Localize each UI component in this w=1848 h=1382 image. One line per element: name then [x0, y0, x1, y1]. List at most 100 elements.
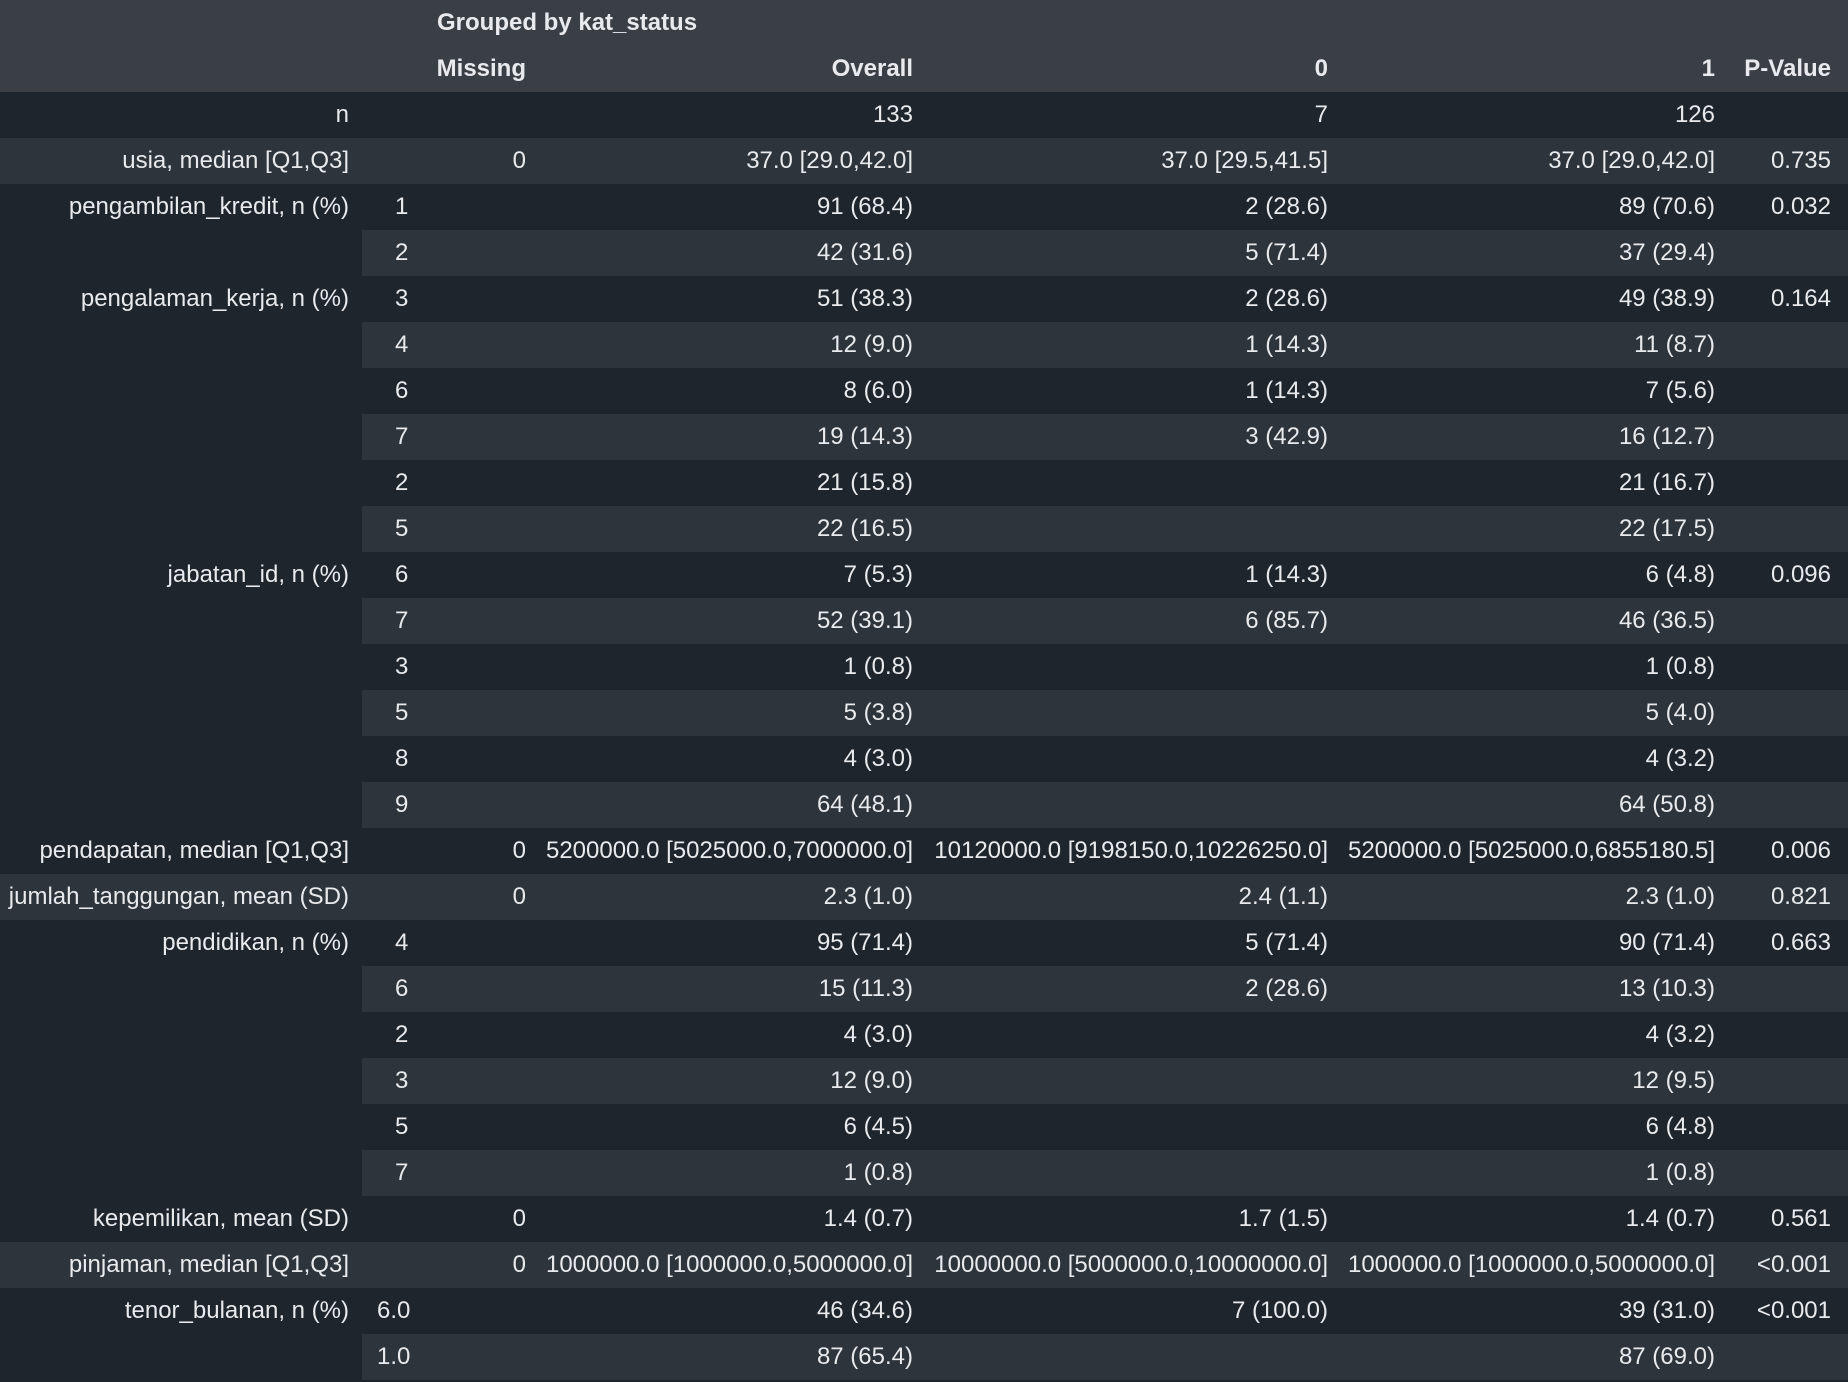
row-group-1: 49 (38.9): [1618, 285, 1715, 312]
row-p-value: 0.561: [1770, 1205, 1831, 1232]
row-group-1: 12 (9.5): [1632, 1067, 1715, 1094]
table-row: 5 22 (16.5) 22 (17.5): [0, 506, 1848, 552]
row-background: [362, 690, 1848, 736]
row-level: 5: [395, 515, 409, 542]
table-title-row: Grouped by kat_status: [0, 0, 1848, 46]
table-row: jumlah_tanggungan, mean (SD) 0 2.3 (1.0) 2.…: [0, 874, 1848, 920]
row-level: 5: [395, 699, 409, 726]
row-level: 5: [395, 1113, 409, 1140]
row-group-1: 13 (10.3): [1618, 975, 1715, 1002]
summary-table: Grouped by kat_status Missing Overall 0 …: [0, 0, 1848, 1382]
header-group-1: 1: [1701, 55, 1715, 82]
row-background: [362, 1150, 1848, 1196]
table-row: 3 1 (0.8) 1 (0.8): [0, 644, 1848, 690]
row-level: 3: [395, 285, 409, 312]
row-level: 6: [395, 975, 409, 1002]
row-overall: 12 (9.0): [830, 331, 913, 358]
table-row: 9 64 (48.1) 64 (50.8): [0, 782, 1848, 828]
table-row: 2 42 (31.6) 5 (71.4) 37 (29.4): [0, 230, 1848, 276]
row-group-0: 10120000.0 [9198150.0,10226250.0]: [934, 837, 1328, 864]
row-group-1: 126: [1674, 101, 1715, 128]
table-row: 1.0 87 (65.4) 87 (69.0): [0, 1334, 1848, 1380]
row-p-value: <0.001: [1756, 1297, 1831, 1324]
row-group-1: 1.4 (0.7): [1625, 1205, 1715, 1232]
row-group-0: 7: [1314, 101, 1328, 128]
row-overall: 5 (3.8): [843, 699, 913, 726]
table-row: jabatan_id, n (%) 6 7 (5.3) 1 (14.3) 6 (4.8)…: [0, 552, 1848, 598]
row-background: [362, 1012, 1848, 1058]
row-overall: 1000000.0 [1000000.0,5000000.0]: [545, 1251, 913, 1278]
table-row: 2 21 (15.8) 21 (16.7): [0, 460, 1848, 506]
row-group-1: 37.0 [29.0,42.0]: [1548, 147, 1715, 174]
row-group-1: 11 (8.7): [1634, 331, 1715, 358]
row-label: n: [335, 101, 349, 128]
row-group-1: 16 (12.7): [1618, 423, 1715, 450]
row-overall: 1.4 (0.7): [823, 1205, 913, 1232]
row-group-1: 5 (4.0): [1645, 699, 1715, 726]
row-group-1: 6 (4.8): [1645, 561, 1715, 588]
table-row: pendidikan, n (%) 4 95 (71.4) 5 (71.4) 90 (7…: [0, 920, 1848, 966]
row-background: [362, 1104, 1848, 1150]
row-group-0: 1 (14.3): [1245, 377, 1328, 404]
header-group-0: 0: [1314, 55, 1328, 82]
row-group-0: 5 (71.4): [1245, 239, 1328, 266]
row-group-0: 37.0 [29.5,41.5]: [1161, 147, 1328, 174]
table-row: 4 12 (9.0) 1 (14.3) 11 (8.7): [0, 322, 1848, 368]
row-level: 7: [395, 423, 409, 450]
row-level: 6.0: [377, 1297, 411, 1324]
row-p-value: 0.821: [1770, 883, 1831, 910]
row-p-value: 0.006: [1770, 837, 1831, 864]
table-row: pinjaman, median [Q1,Q3] 0 1000000.0 [1000…: [0, 1242, 1848, 1288]
row-group-1: 1 (0.8): [1645, 653, 1715, 680]
row-overall: 51 (38.3): [816, 285, 913, 312]
row-overall: 52 (39.1): [816, 607, 913, 634]
row-overall: 133: [872, 101, 913, 128]
row-p-value: 0.032: [1770, 193, 1831, 220]
row-level: 8: [395, 745, 409, 772]
row-missing: 0: [512, 1205, 526, 1232]
row-missing: 0: [512, 1251, 526, 1278]
row-group-1: 90 (71.4): [1618, 929, 1715, 956]
row-group-1: 7 (5.6): [1645, 377, 1715, 404]
row-label: usia, median [Q1,Q3]: [122, 147, 349, 174]
row-p-value: 0.164: [1770, 285, 1831, 312]
row-overall: 1 (0.8): [843, 653, 913, 680]
row-p-value: 0.735: [1770, 147, 1831, 174]
row-p-value: 0.096: [1770, 561, 1831, 588]
row-level: 6: [395, 561, 409, 588]
row-overall: 22 (16.5): [816, 515, 913, 542]
row-background: [362, 368, 1848, 414]
row-group-1: 39 (31.0): [1618, 1297, 1715, 1324]
row-label: jabatan_id, n (%): [167, 561, 349, 588]
row-overall: 95 (71.4): [816, 929, 913, 956]
row-level: 4: [395, 331, 409, 358]
row-group-1: 5200000.0 [5025000.0,6855180.5]: [1347, 837, 1715, 864]
table-row: 7 1 (0.8) 1 (0.8): [0, 1150, 1848, 1196]
row-level: 3: [395, 1067, 409, 1094]
row-background: [362, 736, 1848, 782]
table-header-row: Missing Overall 0 1 P-Value: [0, 46, 1848, 92]
row-background: [362, 1058, 1848, 1104]
row-level: 6: [395, 377, 409, 404]
row-group-1: 4 (3.2): [1645, 1021, 1715, 1048]
table-row: 7 52 (39.1) 6 (85.7) 46 (36.5): [0, 598, 1848, 644]
row-label: pendapatan, median [Q1,Q3]: [39, 837, 349, 864]
row-overall: 2.3 (1.0): [823, 883, 913, 910]
row-overall: 6 (4.5): [843, 1113, 913, 1140]
row-overall: 19 (14.3): [816, 423, 913, 450]
row-background: [362, 644, 1848, 690]
row-missing: 0: [512, 147, 526, 174]
row-group-1: 1000000.0 [1000000.0,5000000.0]: [1347, 1251, 1715, 1278]
table-row: 6 8 (6.0) 1 (14.3) 7 (5.6): [0, 368, 1848, 414]
table-row: 3 12 (9.0) 12 (9.5): [0, 1058, 1848, 1104]
row-label: pengalaman_kerja, n (%): [80, 285, 349, 312]
row-overall: 42 (31.6): [816, 239, 913, 266]
table-row: pengambilan_kredit, n (%) 1 91 (68.4) 2 (28…: [0, 184, 1848, 230]
row-label: pendidikan, n (%): [162, 929, 349, 956]
row-p-value: 0.663: [1770, 929, 1831, 956]
table-row: n 133 7 126: [0, 92, 1848, 138]
table-row: 2 4 (3.0) 4 (3.2): [0, 1012, 1848, 1058]
row-group-0: 10000000.0 [5000000.0,10000000.0]: [934, 1251, 1328, 1278]
row-overall: 7 (5.3): [843, 561, 913, 588]
row-p-value: <0.001: [1756, 1251, 1831, 1278]
